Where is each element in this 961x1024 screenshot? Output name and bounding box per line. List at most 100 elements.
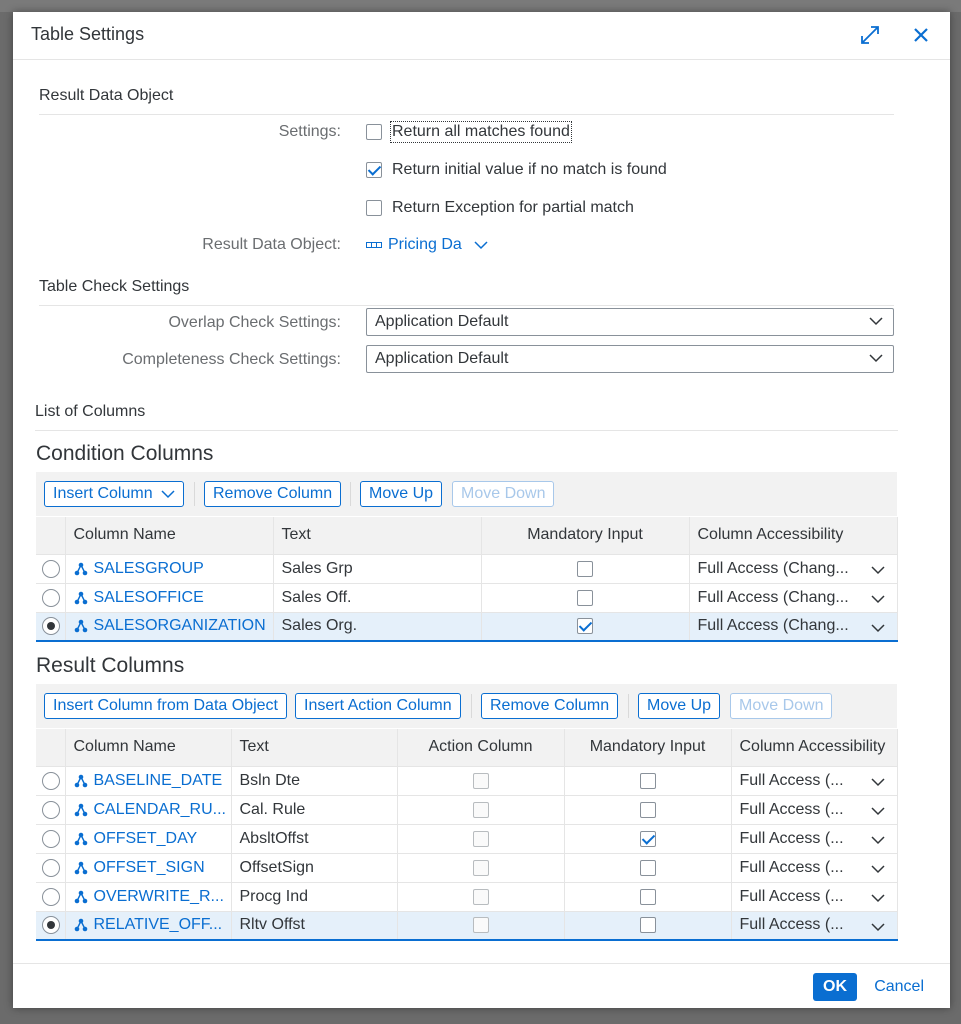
column-name-link[interactable]: CALENDAR_RU... [74,801,226,819]
chevron-down-icon[interactable] [870,623,885,633]
chevron-down-icon[interactable] [870,594,885,604]
accessibility-cell[interactable]: Full Access (... [731,795,898,825]
column-name-link[interactable]: RELATIVE_OFF... [74,916,223,934]
row-radio[interactable] [42,858,60,877]
row-radio[interactable] [42,916,60,935]
table-icon [366,242,382,248]
accessibility-value: Full Access (... [739,829,844,847]
column-header[interactable]: Column Name [65,729,232,767]
row-radio[interactable] [42,771,60,790]
chevron-down-icon[interactable] [870,565,885,575]
cancel-button[interactable]: Cancel [874,978,924,996]
mandatory-checkbox[interactable] [639,888,656,905]
row-radio[interactable] [42,617,60,636]
table-row[interactable]: SALESORGANIZATION Sales Org. Full Access… [36,612,898,642]
accessibility-cell[interactable]: Full Access (Chang... [689,554,898,584]
column-header[interactable]: Column Accessibility [689,517,898,555]
remove-column-button[interactable]: Remove Column [204,481,342,507]
attribute-icon [74,619,87,633]
accessibility-cell[interactable]: Full Access (... [731,911,898,941]
result-data-object-link[interactable]: Pricing Da [366,236,488,254]
completeness-select[interactable]: Application Default [366,345,894,373]
table-row[interactable]: SALESGROUP Sales Grp Full Access (Chang.… [36,554,898,584]
accessibility-cell[interactable]: Full Access (... [731,824,898,854]
return-initial-checkbox[interactable] [366,162,382,178]
mandatory-checkbox[interactable] [577,560,593,577]
chevron-down-icon[interactable] [870,835,885,845]
row-radio[interactable] [42,559,60,578]
text-cell: AbsltOffst [231,824,398,854]
table-row[interactable]: OVERWRITE_R... Procg Ind Full Access (..… [36,882,898,912]
mandatory-checkbox[interactable] [639,917,656,934]
expand-icon[interactable] [858,23,882,47]
ok-button[interactable]: OK [813,973,857,1001]
insert-column-from-data-object-button[interactable]: Insert Column from Data Object [44,693,287,719]
result-data-object-title: Result Data Object [39,87,174,104]
row-radio[interactable] [42,588,60,607]
column-header[interactable]: Action Column [397,729,565,767]
chevron-down-icon[interactable] [869,316,883,326]
column-header[interactable]: Mandatory Input [481,517,690,555]
return-exception-checkbox[interactable] [366,200,382,216]
option-return-initial-value[interactable]: Return initial value if no match is foun… [366,161,667,179]
column-name-link[interactable]: OFFSET_SIGN [74,859,223,877]
column-name-link[interactable]: SALESOFFICE [74,589,265,607]
column-name-link[interactable]: OVERWRITE_R... [74,888,224,906]
table-row[interactable]: OFFSET_DAY AbsltOffst Full Access (... [36,824,898,854]
chevron-down-icon[interactable] [870,777,885,787]
column-header[interactable]: Column Name [65,517,274,555]
row-radio[interactable] [42,887,60,906]
overlap-select[interactable]: Application Default [366,308,894,336]
result-columns-table: Column Name Text Action Column Mandatory… [36,729,898,941]
chevron-down-icon[interactable] [870,922,885,932]
move-down-button[interactable]: Move Down [452,481,555,507]
chevron-down-icon[interactable] [870,864,885,874]
accessibility-cell[interactable]: Full Access (Chang... [689,612,898,642]
row-selector-cell [36,911,66,941]
move-up-button[interactable]: Move Up [638,693,721,719]
option-return-all-matches[interactable]: Return all matches found [366,121,572,143]
accessibility-cell[interactable]: Full Access (... [731,853,898,883]
table-row[interactable]: RELATIVE_OFF... Rltv Offst Full Access (… [36,911,898,941]
row-radio[interactable] [42,800,60,819]
close-icon[interactable] [909,23,933,47]
mandatory-checkbox[interactable] [577,589,593,606]
return-all-checkbox[interactable] [366,124,382,140]
mandatory-checkbox[interactable] [639,772,656,789]
mandatory-checkbox[interactable] [639,859,656,876]
column-name: SALESOFFICE [93,588,204,606]
column-name-link[interactable]: OFFSET_DAY [74,830,223,848]
mandatory-checkbox[interactable] [639,801,656,818]
remove-column-button[interactable]: Remove Column [481,693,619,719]
column-name-link[interactable]: SALESGROUP [74,560,265,578]
move-up-button[interactable]: Move Up [360,481,443,507]
column-header[interactable]: Column Accessibility [731,729,898,767]
column-header[interactable]: Text [273,517,482,555]
text-cell: Sales Off. [273,583,482,613]
chevron-down-icon[interactable] [869,353,883,363]
table-row[interactable]: SALESOFFICE Sales Off. Full Access (Chan… [36,583,898,613]
column-name-link[interactable]: BASELINE_DATE [74,772,223,790]
chevron-down-icon[interactable] [870,806,885,816]
table-row[interactable]: OFFSET_SIGN OffsetSign Full Access (... [36,853,898,883]
column-name-cell: OFFSET_DAY [65,824,232,854]
column-header[interactable]: Mandatory Input [564,729,732,767]
move-down-button[interactable]: Move Down [730,693,833,719]
accessibility-cell[interactable]: Full Access (... [731,766,898,796]
mandatory-checkbox[interactable] [577,618,593,635]
accessibility-cell[interactable]: Full Access (... [731,882,898,912]
table-row[interactable]: BASELINE_DATE Bsln Dte Full Access (... [36,766,898,796]
insert-column-button[interactable]: Insert Column [44,481,184,507]
text-cell: Cal. Rule [231,795,398,825]
accessibility-cell[interactable]: Full Access (Chang... [689,583,898,613]
chevron-down-icon[interactable] [474,240,488,250]
table-row[interactable]: CALENDAR_RU... Cal. Rule Full Access (..… [36,795,898,825]
column-name-link[interactable]: SALESORGANIZATION [74,617,266,635]
option-return-exception[interactable]: Return Exception for partial match [366,199,634,217]
row-radio[interactable] [42,829,60,848]
column-header[interactable]: Text [231,729,398,767]
column-name-cell: SALESOFFICE [65,583,274,613]
insert-action-column-button[interactable]: Insert Action Column [295,693,461,719]
mandatory-checkbox[interactable] [639,830,656,847]
chevron-down-icon[interactable] [870,893,885,903]
